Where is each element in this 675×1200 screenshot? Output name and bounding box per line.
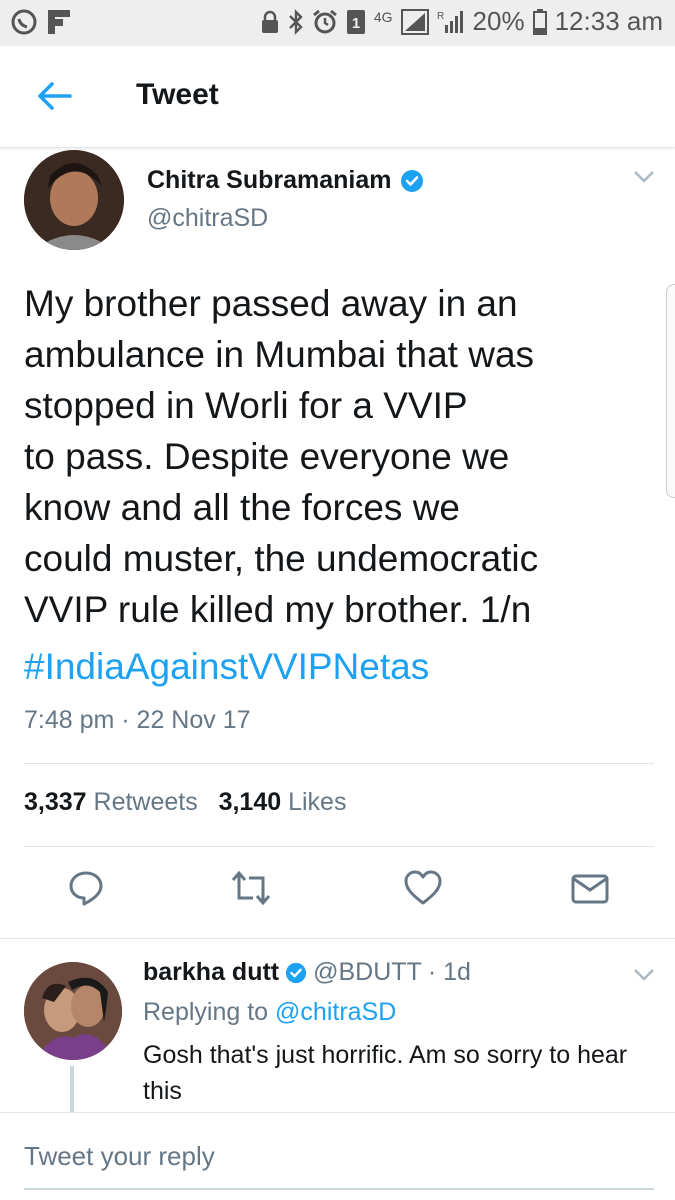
whatsapp-icon — [11, 9, 37, 35]
tweet-text-line: ambulance in Mumbai that was — [24, 334, 535, 375]
thread-line — [70, 1066, 74, 1112]
app-bar: Tweet — [0, 46, 675, 148]
tweet-text-line: My brother passed away in an — [24, 283, 518, 324]
tweet-timestamp: 7:48 pm · 22 Nov 17 — [24, 706, 251, 734]
tweet-text-line: VVIP rule killed my brother. 1/n — [24, 589, 532, 630]
page-title: Tweet — [136, 78, 219, 111]
tweet-text-line: to pass. Despite everyone we — [24, 436, 510, 477]
roaming-signal-icon: R — [437, 10, 463, 33]
hashtag-link[interactable]: #IndiaAgainstVVIPNetas — [24, 641, 429, 692]
divider — [0, 1112, 675, 1113]
tweet-text-line: could muster, the undemocratic — [24, 538, 539, 579]
envelope-icon[interactable] — [570, 868, 610, 908]
verified-badge-icon — [286, 962, 307, 983]
replying-to: Replying to @chitraSD — [143, 998, 396, 1027]
author-name-row[interactable]: Chitra Subramaniam — [147, 166, 424, 195]
bluetooth-icon — [289, 8, 303, 35]
status-bar: 1 4G R 20% 12:33 am — [0, 0, 675, 46]
reply-author-handle[interactable]: @BDUTT — [313, 958, 422, 987]
reply-age: · 1d — [427, 958, 471, 986]
tweet-text: My brother passed away in an ambulance i… — [24, 278, 644, 635]
flipboard-icon — [48, 10, 70, 34]
divider — [0, 938, 675, 939]
tweet-text-line: stopped in Worli for a VVIP — [24, 385, 468, 426]
reply-text: Gosh that's just horrific. Am so sorry t… — [143, 1041, 628, 1105]
reply-author-name[interactable]: barkha dutt — [143, 958, 279, 987]
replying-prefix: Replying to — [143, 998, 269, 1026]
tweet-actions — [0, 868, 675, 918]
replying-handle-link[interactable]: @chitraSD — [275, 998, 396, 1026]
battery-percent: 20% — [472, 6, 525, 36]
reply-avatar[interactable] — [24, 962, 122, 1060]
compose-underline — [24, 1188, 654, 1190]
battery-icon — [532, 8, 547, 35]
alarm-icon — [312, 9, 337, 33]
retweet-icon[interactable] — [231, 868, 271, 908]
reply-icon[interactable] — [66, 868, 106, 908]
svg-text:R: R — [437, 11, 444, 22]
chevron-down-icon[interactable] — [633, 968, 655, 982]
reply-compose-input[interactable]: Tweet your reply — [24, 1141, 215, 1172]
author-name[interactable]: Chitra Subramaniam — [147, 166, 392, 195]
likes-count[interactable]: 3,140 — [219, 788, 282, 816]
likes-label[interactable]: Likes — [288, 788, 346, 816]
lock-icon — [261, 10, 278, 33]
divider — [24, 846, 654, 847]
verified-badge-icon — [400, 169, 423, 192]
reply-header: barkha dutt @BDUTT · 1d — [143, 958, 471, 987]
tweet-stats: 3,337 Retweets 3,140 Likes — [24, 788, 346, 817]
retweets-count[interactable]: 3,337 — [24, 788, 87, 816]
network-type: 4G — [373, 9, 393, 25]
author-handle[interactable]: @chitraSD — [147, 204, 268, 233]
svg-text:1: 1 — [352, 15, 360, 32]
retweets-label[interactable]: Retweets — [94, 788, 198, 816]
chevron-down-icon[interactable] — [633, 170, 655, 184]
arrow-left-icon[interactable] — [36, 80, 72, 112]
sim-1-icon: 1 — [346, 9, 365, 34]
avatar[interactable] — [24, 150, 124, 250]
divider — [24, 763, 654, 764]
tweet-text-line: know and all the forces we — [24, 487, 461, 528]
heart-icon[interactable] — [403, 868, 443, 908]
clock: 12:33 am — [554, 6, 663, 36]
signal-icon — [400, 8, 429, 35]
scrollbar[interactable] — [666, 284, 675, 498]
